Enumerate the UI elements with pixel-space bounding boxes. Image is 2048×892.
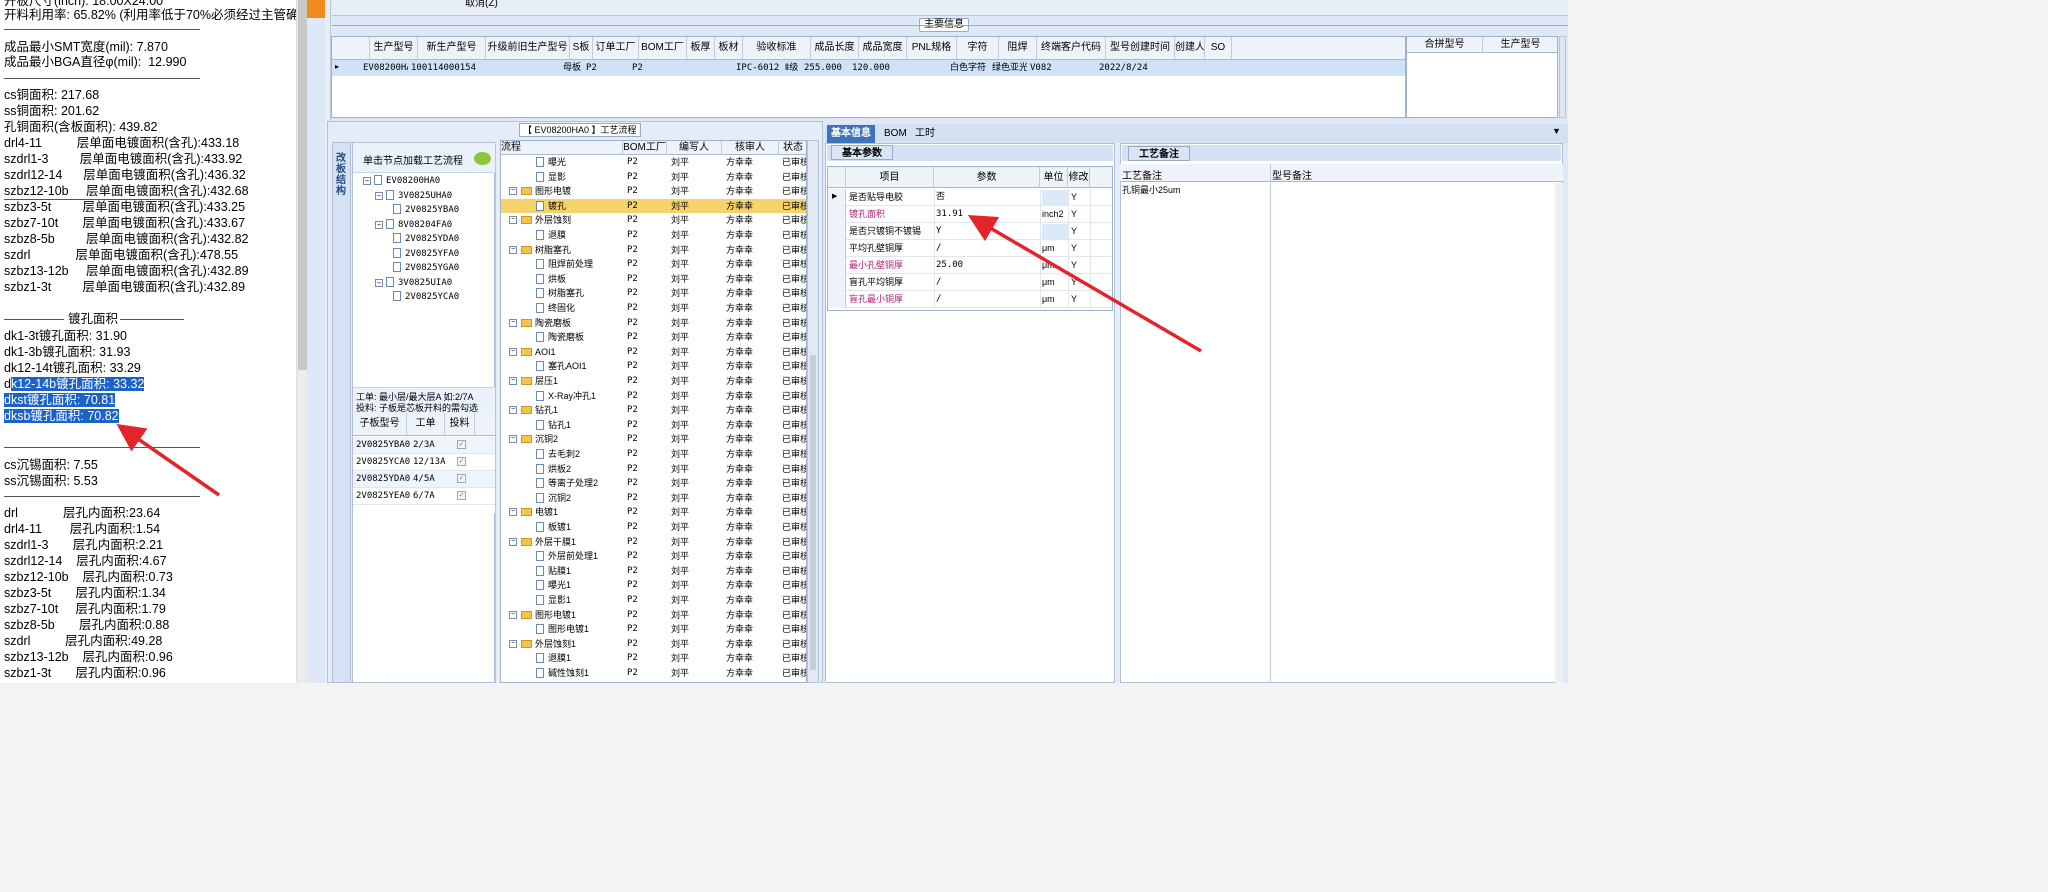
red-arrow-params	[967, 214, 1202, 353]
red-arrow-notes	[116, 424, 220, 497]
annotation-layer	[116, 214, 1202, 497]
